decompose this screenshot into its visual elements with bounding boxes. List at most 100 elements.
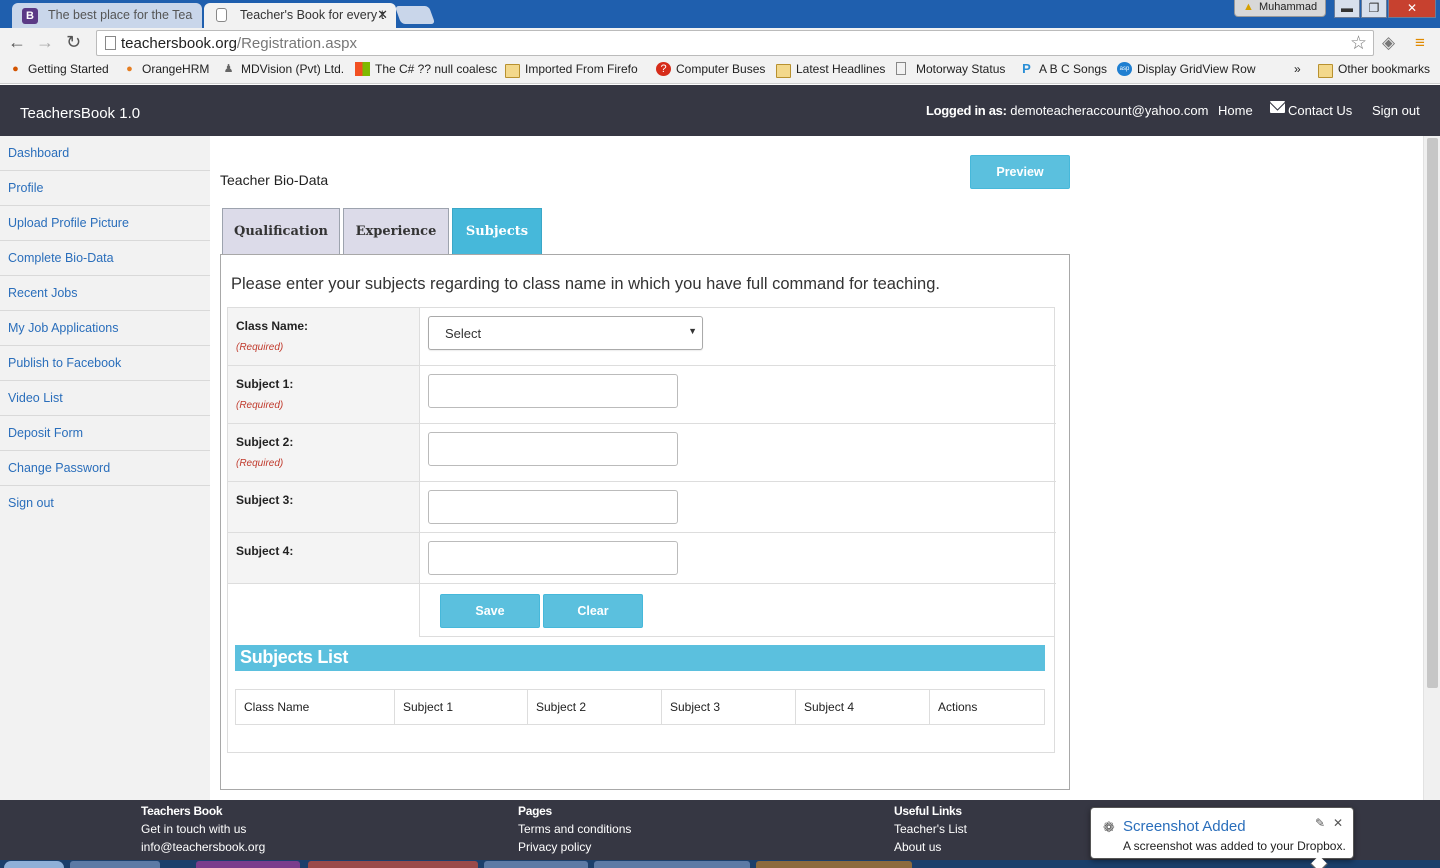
new-tab-button[interactable] — [394, 6, 436, 24]
footer-heading: Pages — [518, 804, 552, 818]
bookmark-item[interactable]: Motorway Status — [896, 62, 1005, 76]
form-row-subject2: Subject 2: (Required) — [228, 424, 1056, 482]
bookmark-item[interactable]: ♟ MDVision (Pvt) Ltd. — [221, 62, 345, 76]
dropbox-icon: ❁ — [1103, 819, 1115, 835]
class-name-selected: Select — [445, 326, 482, 341]
close-tab-icon[interactable]: ✕ — [377, 7, 388, 23]
taskbar-item[interactable] — [308, 861, 478, 868]
more-bookmarks-button[interactable]: » — [1274, 62, 1301, 76]
column-header-subject3: Subject 3 — [662, 690, 796, 724]
clear-button[interactable]: Clear — [543, 594, 643, 628]
subject1-input[interactable] — [428, 374, 678, 408]
sidebar-item-publish-facebook[interactable]: Publish to Facebook — [0, 346, 210, 381]
form-label-cell: Subject 3: — [228, 482, 420, 532]
sidebar-item-upload-picture[interactable]: Upload Profile Picture — [0, 206, 210, 241]
footer-column-about: Teachers Book Get in touch with us info@… — [141, 802, 265, 856]
subjects-list-heading: Subjects List — [235, 645, 1045, 671]
address-bar[interactable]: teachersbook.org/Registration.aspx ☆ — [96, 30, 1374, 56]
minimize-icon[interactable]: ▬ — [1334, 0, 1360, 18]
sidebar-item-video-list[interactable]: Video List — [0, 381, 210, 416]
sidebar-item-sign-out[interactable]: Sign out — [0, 486, 210, 521]
footer-terms-link[interactable]: Terms and conditions — [518, 820, 631, 838]
brand-link[interactable]: TeachersBook 1.0 — [20, 105, 140, 122]
close-notification-icon[interactable]: ✕ — [1333, 816, 1343, 830]
subject4-input[interactable] — [428, 541, 678, 575]
dropbox-notification[interactable]: ❁ Screenshot Added A screenshot was adde… — [1090, 807, 1354, 868]
dropbox-icon[interactable]: ◈ — [1382, 33, 1395, 53]
bookmark-item[interactable]: Latest Headlines — [776, 62, 886, 78]
subject3-input[interactable] — [428, 490, 678, 524]
sidebar-item-deposit-form[interactable]: Deposit Form — [0, 416, 210, 451]
taskbar-item[interactable] — [594, 861, 750, 868]
nav-contact-link[interactable]: Contact Us — [1288, 103, 1352, 118]
tab-subjects[interactable]: Subjects — [452, 208, 542, 256]
back-icon[interactable]: ← — [8, 32, 26, 53]
bookmark-item[interactable]: Imported From Firefo — [505, 62, 638, 78]
reload-icon[interactable]: ↻ — [66, 32, 81, 53]
save-button[interactable]: Save — [440, 594, 540, 628]
nav-home-link[interactable]: Home — [1218, 103, 1253, 118]
warning-icon: ▲ — [1243, 1, 1254, 13]
taskbar-item[interactable] — [4, 861, 64, 868]
sidebar-item-profile[interactable]: Profile — [0, 171, 210, 206]
settings-wrench-icon[interactable]: ✎ — [1315, 816, 1325, 830]
sidebar-item-change-password[interactable]: Change Password — [0, 451, 210, 486]
bookmark-label: Latest Headlines — [796, 62, 886, 76]
subject3-label: Subject 3: — [236, 493, 294, 507]
taskbar-item[interactable] — [756, 861, 912, 868]
tab-qualification[interactable]: Qualification — [222, 208, 340, 256]
footer-about-link[interactable]: About us — [894, 838, 967, 856]
close-window-icon[interactable]: ✕ — [1388, 0, 1436, 18]
nav-signout-link[interactable]: Sign out — [1372, 103, 1420, 118]
page-favicon-icon — [216, 8, 227, 22]
forward-icon[interactable]: → — [36, 32, 54, 53]
envelope-icon — [1270, 101, 1285, 113]
required-note: (Required) — [236, 342, 284, 353]
footer-teachers-list-link[interactable]: Teacher's List — [894, 820, 967, 838]
sidebar: Dashboard Profile Upload Profile Picture… — [0, 136, 210, 800]
bookmark-label: OrangeHRM — [142, 62, 210, 76]
bookmark-item[interactable]: asp Display GridView Row — [1117, 62, 1257, 76]
browser-tab[interactable]: B The best place for the Tea — [12, 3, 202, 28]
bookmark-item[interactable]: P A B C Songs — [1019, 62, 1108, 77]
bookmark-item[interactable]: ● Getting Started — [8, 62, 109, 76]
other-bookmarks[interactable]: Other bookmarks — [1318, 62, 1431, 78]
browser-tab-strip: B The best place for the Tea Teacher's B… — [0, 0, 1440, 28]
notification-title: Screenshot Added — [1123, 818, 1246, 835]
browser-user-badge[interactable]: ▲ Muhammad — [1234, 0, 1327, 17]
form-label-cell: Subject 1: (Required) — [228, 366, 420, 423]
windows-icon — [355, 62, 370, 76]
sidebar-item-dashboard[interactable]: Dashboard — [0, 136, 210, 171]
preview-button[interactable]: Preview — [970, 155, 1070, 189]
sidebar-item-bio-data[interactable]: Complete Bio-Data — [0, 241, 210, 276]
bookmark-star-icon[interactable]: ☆ — [1350, 32, 1367, 55]
subject2-input[interactable] — [428, 432, 678, 466]
menu-icon[interactable]: ≡ — [1415, 33, 1425, 53]
bookmark-label: A B C Songs — [1039, 62, 1108, 76]
folder-icon — [505, 64, 520, 78]
sidebar-item-job-applications[interactable]: My Job Applications — [0, 311, 210, 346]
bookmark-item[interactable]: ● OrangeHRM — [122, 62, 209, 76]
class-name-select[interactable]: Select ▼ — [428, 316, 703, 350]
taskbar-item[interactable] — [70, 861, 160, 868]
bookmark-item[interactable]: ? Computer Buses — [656, 62, 765, 76]
scrollbar-thumb[interactable] — [1427, 138, 1438, 688]
form-row-subject4: Subject 4: — [228, 533, 1056, 584]
bookmark-label: Other bookmarks — [1338, 62, 1431, 76]
app-header: TeachersBook 1.0 Logged in as: demoteach… — [0, 85, 1440, 136]
maximize-icon[interactable]: ❐ — [1361, 0, 1387, 18]
footer-email-link[interactable]: info@teachersbook.org — [141, 838, 265, 856]
browser-tab-active[interactable]: Teacher's Book for every t ✕ — [204, 3, 396, 28]
column-header-subject4: Subject 4 — [796, 690, 930, 724]
footer-privacy-link[interactable]: Privacy policy — [518, 838, 631, 856]
sidebar-item-recent-jobs[interactable]: Recent Jobs — [0, 276, 210, 311]
bookmark-label: Computer Buses — [676, 62, 766, 76]
bookmark-item[interactable]: The C# ?? null coalesc — [355, 62, 497, 76]
tab-experience[interactable]: Experience — [343, 208, 449, 256]
class-name-label: Class Name: — [236, 319, 309, 333]
taskbar-item[interactable] — [196, 861, 300, 868]
page-scrollbar[interactable] — [1423, 136, 1440, 800]
bookmarks-bar: ● Getting Started ● OrangeHRM ♟ MDVision (P… — [0, 58, 1440, 84]
taskbar-item[interactable] — [484, 861, 588, 868]
browser-user-name: Muhammad — [1259, 1, 1318, 13]
